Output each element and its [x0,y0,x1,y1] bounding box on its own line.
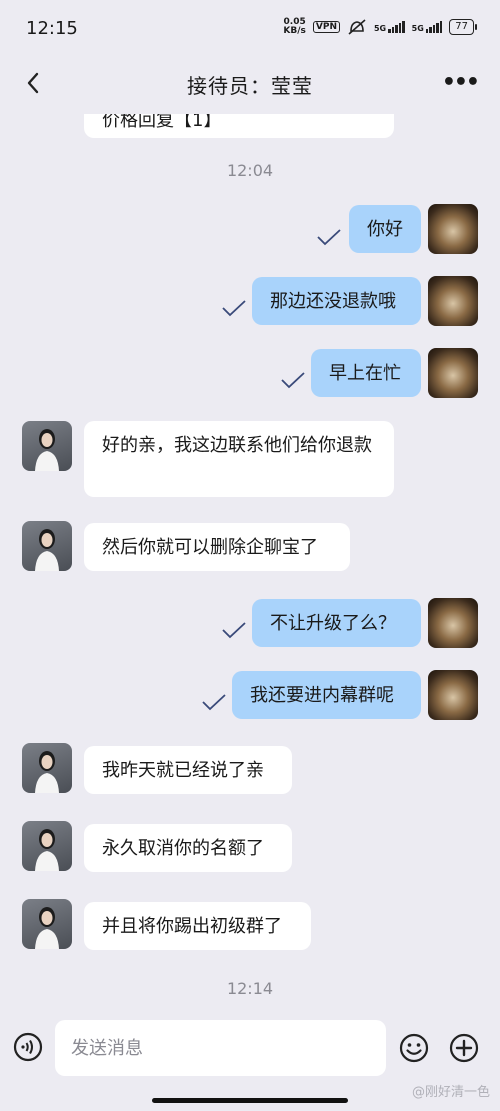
message-bubble-outgoing[interactable]: 那边还没退款哦 [252,277,421,325]
agent-avatar[interactable] [22,421,72,471]
timestamp: 12:14 [226,979,274,998]
more-horizontal-icon[interactable]: ••• [442,70,480,95]
message-bubble-incoming[interactable]: 我昨天就已经说了亲 [84,746,292,794]
user-avatar[interactable] [428,276,478,326]
read-check-icon [281,372,305,389]
chat-header: 接待员：莹莹 ••• [0,58,500,108]
person-icon [35,529,59,571]
message-composer [0,1010,500,1090]
message-text: 并且将你踢出初级群了 [102,916,282,937]
sim1-signal-icon: 5G [374,21,405,33]
agent-avatar[interactable] [22,899,72,949]
read-check-icon [222,622,246,639]
message-bubble-incoming[interactable]: 好的亲，我这边联系他们给你退款 [84,421,394,497]
message-text: 你好 [367,219,403,240]
message-text: 我昨天就已经说了亲 [102,760,264,781]
message-input[interactable] [55,1020,386,1076]
message-bubble-outgoing[interactable]: 你好 [349,205,421,253]
user-avatar[interactable] [428,670,478,720]
user-avatar[interactable] [428,598,478,648]
person-icon [35,429,59,471]
message-text: 然后你就可以删除企聊宝了 [102,537,318,558]
emoji-icon[interactable] [398,1032,430,1064]
agent-avatar[interactable] [22,521,72,571]
voice-icon[interactable] [13,1032,43,1062]
person-icon [35,907,59,949]
message-text: 早上在忙 [329,363,401,384]
sim2-signal-icon: 5G [412,21,443,33]
message-bubble-outgoing[interactable]: 我还要进内幕群呢 [232,671,421,719]
agent-avatar[interactable] [22,821,72,871]
person-icon [35,829,59,871]
plus-icon[interactable] [448,1032,480,1064]
chat-title: 接待员：莹莹 [187,74,313,98]
network-speed: 0.05 KB/s [283,17,306,36]
message-bubble-incoming[interactable]: 永久取消你的名额了 [84,824,292,872]
message-bubble-outgoing[interactable]: 早上在忙 [311,349,421,397]
message-bubble-incoming[interactable]: 然后你就可以删除企聊宝了 [84,523,350,571]
message-text: 永久取消你的名额了 [102,838,264,859]
battery-icon: 77 [449,19,477,35]
user-avatar[interactable] [428,348,478,398]
timestamp: 12:04 [226,161,274,180]
read-check-icon [222,300,246,317]
alarm-muted-icon [348,19,366,35]
message-bubble-incoming[interactable]: 并且将你踢出初级群了 [84,902,311,950]
message-text: 那边还没退款哦 [270,291,396,312]
home-indicator[interactable] [152,1098,348,1103]
vpn-icon: VPN [312,21,340,33]
status-time: 12:15 [26,18,78,39]
message-text: 我还要进内幕群呢 [250,685,394,706]
status-bar: 12:15 0.05 KB/s VPN 5G 5G 77 [0,0,500,58]
person-icon [35,751,59,793]
read-check-icon [202,694,226,711]
message-bubble-outgoing[interactable]: 不让升级了么？ [252,599,421,647]
watermark: @刚好清一色 [411,1085,490,1100]
agent-avatar[interactable] [22,743,72,793]
message-text: 不让升级了么？ [270,613,396,634]
status-icons: 0.05 KB/s VPN 5G 5G 77 [283,17,477,36]
read-check-icon [317,229,341,246]
user-avatar[interactable] [428,204,478,254]
message-text: 好的亲，我这边联系他们给你退款 [102,435,372,456]
